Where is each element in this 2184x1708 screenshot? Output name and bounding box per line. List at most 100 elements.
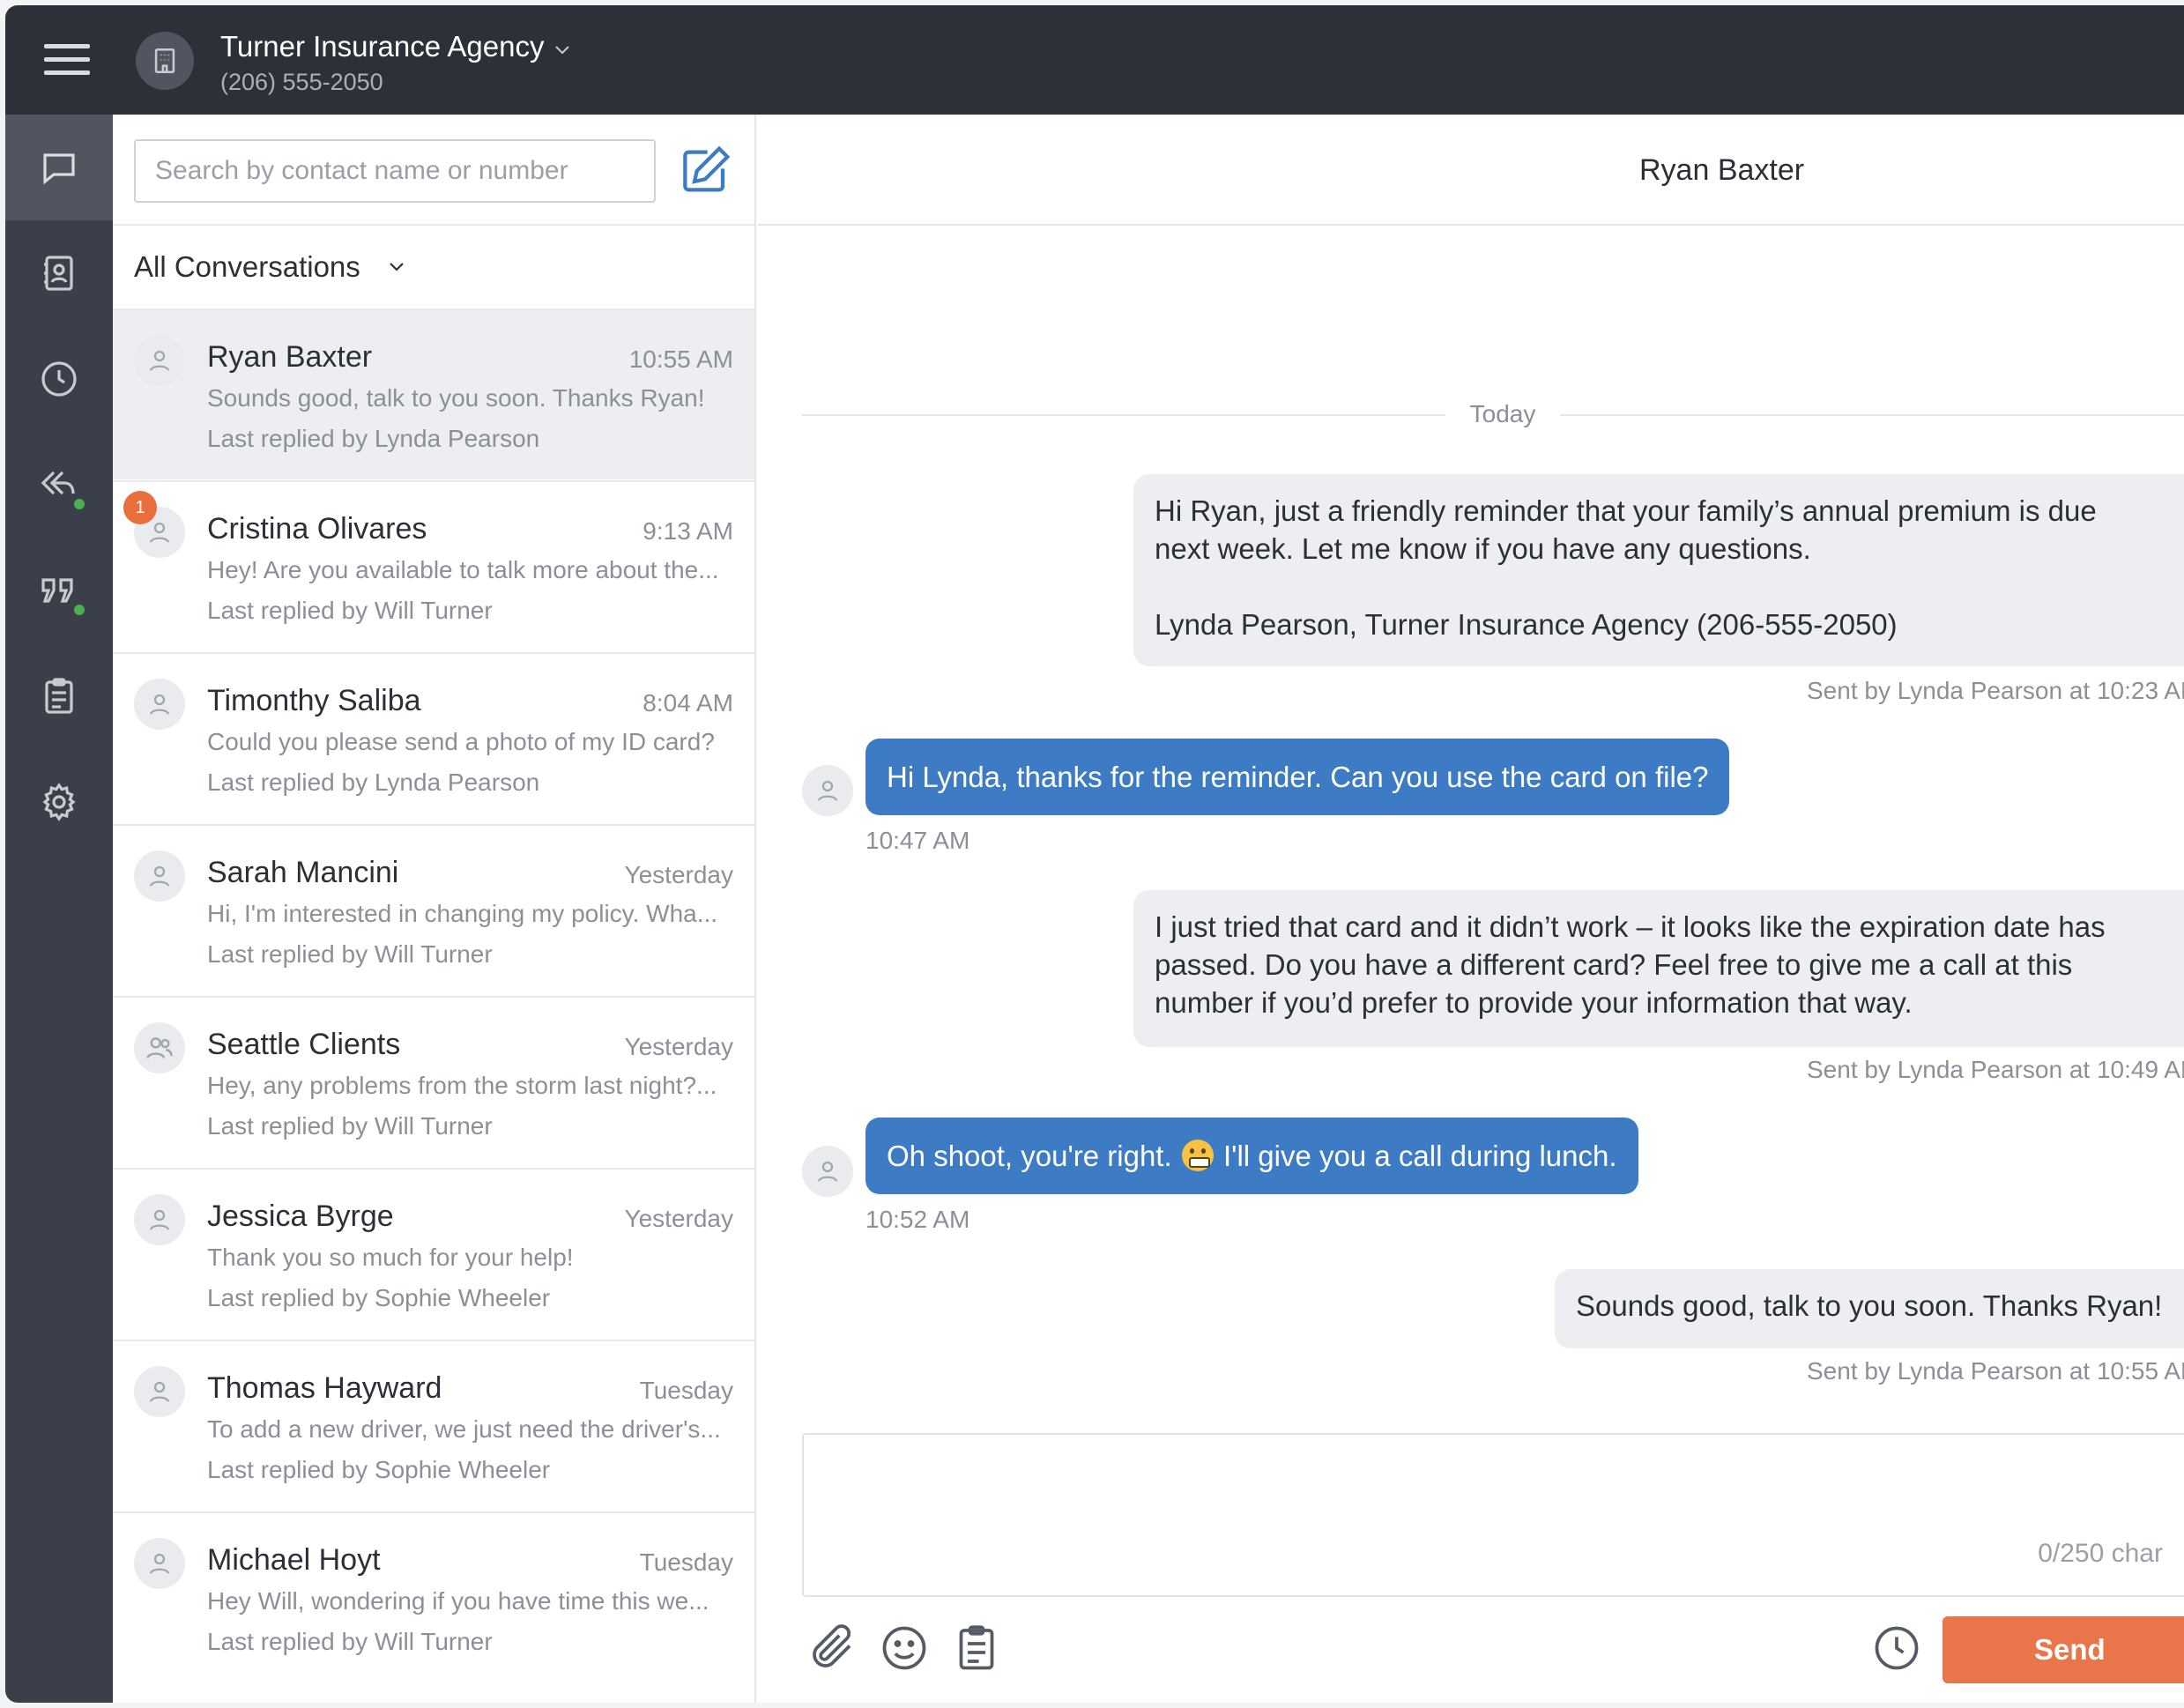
chevron-down-icon[interactable] [552, 39, 573, 60]
conversation-last-replied: Last replied by Will Turner [207, 597, 493, 624]
chat-icon [43, 153, 75, 185]
person-avatar-icon [134, 1538, 185, 1589]
message-input[interactable] [804, 1435, 2184, 1595]
agency-phone: (206) 555-2050 [220, 69, 383, 95]
conversation-last-replied: Last replied by Lynda Pearson [207, 425, 540, 452]
conversation-time: Yesterday [624, 1205, 734, 1232]
conversation-last-replied: Last replied by Will Turner [207, 1112, 493, 1140]
conversation-filter[interactable]: All Conversations [113, 224, 754, 307]
compose-icon[interactable] [677, 143, 733, 199]
person-avatar-icon [134, 1194, 185, 1245]
conversation-item[interactable]: Seattle Clients Yesterday Hey, any problem… [113, 996, 754, 1167]
conversation-name: Ryan Baxter [207, 340, 373, 374]
conversation-last-replied: Last replied by Sophie Wheeler [207, 1456, 551, 1483]
group-avatar-icon [134, 1022, 185, 1073]
conversation-preview: To add a new driver, we just need the dr… [207, 1415, 721, 1443]
conversation-last-replied: Last replied by Sophie Wheeler [207, 1284, 551, 1311]
message-meta: Sent by Lynda Pearson at 10:55 AM [1807, 1357, 2184, 1385]
conversation-name: Cristina Olivares [207, 512, 427, 546]
conversation-list-panel: All Conversations Ryan Baxter 10:55 AM Sou… [113, 115, 756, 1703]
status-online-dot [72, 603, 86, 617]
rail-item-auto-reply[interactable] [5, 432, 113, 538]
clipboard-icon [45, 678, 73, 714]
conversation-item[interactable]: 1 Cristina Olivares 9:13 AM Hey! Are you av… [113, 480, 754, 651]
rail-item-templates[interactable] [5, 643, 113, 749]
conversation-name: Michael Hoyt [207, 1543, 381, 1577]
conversation-last-replied: Last replied by Lynda Pearson [207, 769, 540, 796]
person-avatar-icon [134, 335, 185, 386]
conversation-item[interactable]: Timonthy Saliba 8:04 AM Could you please s… [113, 652, 754, 823]
rail-item-contacts[interactable] [5, 220, 113, 326]
agency-name[interactable]: Turner Insurance Agency [220, 30, 544, 63]
grimacing-emoji [1181, 1140, 1214, 1171]
conversation-time: Tuesday [639, 1377, 733, 1404]
message-bubble-outgoing: I just tried that card and it didn’t wor… [1133, 890, 2184, 1047]
conversation-time: Yesterday [624, 1033, 734, 1060]
conversation-preview: Hi, I'm interested in changing my policy… [207, 900, 718, 927]
conversation-time: Tuesday [639, 1548, 733, 1576]
rail-item-history[interactable] [5, 326, 113, 432]
contact-avatar [802, 1146, 853, 1197]
rail-item-settings[interactable] [5, 749, 113, 855]
person-avatar-icon [134, 850, 185, 902]
chat-panel: Ryan Baxter Today Hi Ryan, just a friend… [758, 115, 2184, 1703]
message-bubble-incoming: Hi Lynda, thanks for the reminder. Can y… [865, 739, 1730, 815]
message-text: Oh shoot, you're right. [887, 1140, 1172, 1172]
conversation-name: Timonthy Saliba [207, 684, 421, 717]
rail-item-conversations[interactable] [5, 115, 113, 220]
conversation-item[interactable]: Michael Hoyt Tuesday Hey Will, wondering i… [113, 1511, 754, 1682]
conversation-name: Sarah Mancini [207, 856, 399, 889]
search-input[interactable] [134, 139, 656, 203]
contacts-icon [44, 256, 73, 291]
message-meta: Sent by Lynda Pearson at 10:49 AM [1807, 1056, 2184, 1083]
chat-contact-name: Ryan Baxter [1639, 153, 1805, 187]
message-bubble-incoming: Oh shoot, you're right. I'll give you a … [865, 1118, 1638, 1194]
conversation-preview: Hey, any problems from the storm last ni… [207, 1072, 717, 1099]
person-avatar-icon [134, 1366, 185, 1417]
conversation-time: 10:55 AM [628, 345, 733, 373]
conversation-name: Jessica Byrge [207, 1199, 394, 1233]
day-label: Today [1469, 400, 1536, 427]
message-meta: 10:47 AM [865, 827, 970, 854]
paperclip-icon[interactable] [806, 1622, 858, 1675]
clock-icon [41, 361, 77, 397]
message-meta: 10:52 AM [865, 1206, 970, 1233]
contact-avatar [802, 765, 853, 816]
gear-icon [42, 783, 76, 821]
conversation-item[interactable]: Jessica Byrge Yesterday Thank you so much … [113, 1168, 754, 1339]
chat-header: Ryan Baxter [758, 115, 2184, 226]
rail-item-quick-replies[interactable] [5, 538, 113, 643]
message-meta: Sent by Lynda Pearson at 10:23 AM [1807, 677, 2184, 704]
conversation-item[interactable]: Ryan Baxter 10:55 AM Sounds good, talk to … [113, 308, 754, 479]
schedule-clock-icon[interactable] [1870, 1622, 1923, 1675]
send-button[interactable]: Send [1943, 1616, 2184, 1683]
conversation-preview: Sounds good, talk to you soon. Thanks Ry… [207, 384, 705, 412]
conversation-item[interactable]: Thomas Hayward Tuesday To add a new driver… [113, 1340, 754, 1511]
status-online-dot [72, 497, 86, 511]
conversation-preview: Hey Will, wondering if you have time thi… [207, 1587, 709, 1615]
conversation-preview: Could you please send a photo of my ID c… [207, 728, 715, 755]
nav-rail [5, 115, 113, 1703]
conversation-last-replied: Last replied by Will Turner [207, 1628, 493, 1655]
hamburger-menu-icon[interactable] [41, 41, 92, 79]
app-window: Turner Insurance Agency (206) 555-2050 S… [5, 5, 2184, 1703]
filter-label[interactable]: All Conversations [134, 250, 360, 284]
building-icon [136, 32, 194, 90]
conversation-last-replied: Last replied by Will Turner [207, 940, 493, 968]
conversation-name: Thomas Hayward [207, 1371, 442, 1405]
conversation-time: Yesterday [624, 861, 734, 888]
conversation-preview: Thank you so much for your help! [207, 1244, 574, 1271]
chevron-down-icon[interactable] [386, 256, 407, 277]
conversation-time: 8:04 AM [643, 689, 733, 717]
message-text: I'll give you a call during lunch. [1222, 1140, 1617, 1172]
message-bubble-outgoing: Sounds good, talk to you soon. Thanks Ry… [1555, 1269, 2184, 1348]
clipboard-icon[interactable] [950, 1622, 1003, 1675]
unread-badge: 1 [123, 491, 157, 524]
conversation-preview: Hey! Are you available to talk more abou… [207, 556, 719, 583]
person-avatar-icon [134, 679, 185, 730]
day-separator: Today [802, 397, 2184, 432]
conversation-time: 9:13 AM [643, 517, 733, 545]
char-counter: 0/250 char [2038, 1539, 2163, 1568]
emoji-icon[interactable] [878, 1622, 931, 1675]
conversation-item[interactable]: Sarah Mancini Yesterday Hi, I'm interested… [113, 824, 754, 995]
